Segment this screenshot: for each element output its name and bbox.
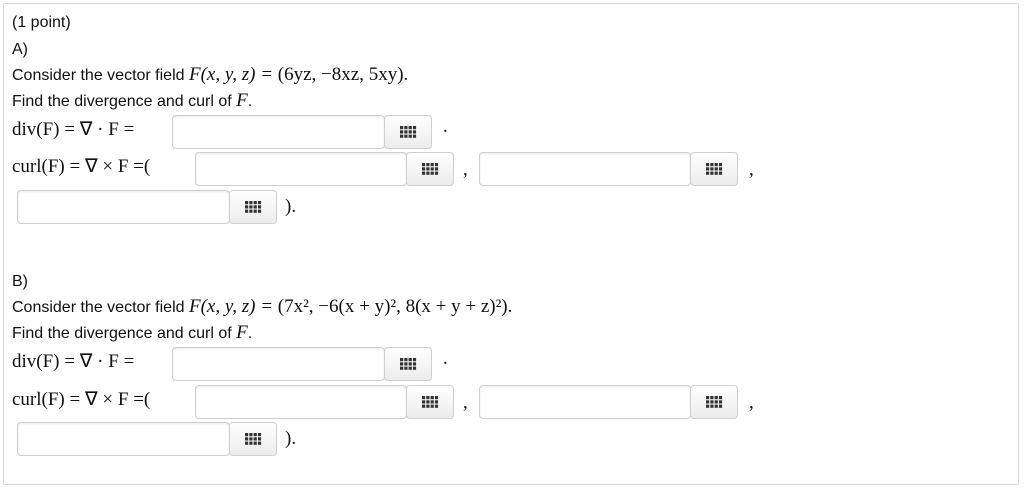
part-b-curl-y-editor-button[interactable] [690,385,738,419]
grid-icon [245,201,262,213]
part-b-close: ). [285,428,297,449]
part-b-curl-z-editor-button[interactable] [229,422,277,456]
part-b-find: Find the divergence and curl of F. [12,322,252,344]
part-a-find-end: . [247,93,253,110]
part-b-curl-x-input[interactable] [195,385,407,419]
part-b-find-text: Find the divergence and curl of [12,325,237,342]
part-b-field-rhs: (7x², −6(x + y)², 8(x + y + z)²). [277,296,513,317]
part-a-curl-z-input[interactable] [17,190,230,224]
part-a-sep1: , [463,159,468,180]
part-a-div-editor-button[interactable] [384,115,432,149]
part-b-find-end: . [247,325,253,342]
part-b-div-period: . [443,348,448,369]
part-a-find-text: Find the divergence and curl of [12,93,237,110]
part-b-intro: Consider the vector field [12,299,185,316]
part-a-find: Find the divergence and curl of F. [12,90,252,112]
grid-icon [400,358,417,370]
part-a-div-period: . [443,116,448,137]
part-b-label: B) [12,273,28,290]
part-a-curl-x-input[interactable] [195,152,407,186]
grid-icon [706,396,723,408]
part-a-close: ). [285,196,297,217]
part-b-div-editor-button[interactable] [384,347,432,381]
part-a-curl-y-input[interactable] [479,152,691,186]
part-a-curl-label: curl(F) = ∇ × F =( [12,156,151,177]
part-b-field-lhs: F(x, y, z) = [188,296,278,317]
part-a-field-lhs: F(x, y, z) = [188,64,278,85]
part-a-div-label: div(F) = ∇ · F = [12,119,135,140]
part-a-curl-x-editor-button[interactable] [406,152,454,186]
part-a-intro: Consider the vector field [12,67,185,84]
part-b-find-f: F [236,322,248,343]
part-a-find-f: F [236,90,248,111]
part-a-curl-z-editor-button[interactable] [229,190,277,224]
part-a-statement: Consider the vector field F(x, y, z) = (… [12,64,408,86]
part-b-sep1: , [463,392,468,413]
part-b-div-input[interactable] [172,347,385,381]
grid-icon [400,126,417,138]
part-b-curl-label: curl(F) = ∇ × F =( [12,389,151,410]
part-a-sep2: , [749,159,754,180]
part-b-div-label: div(F) = ∇ · F = [12,351,135,372]
part-a-label: A) [12,41,28,58]
part-b-curl-z-input[interactable] [17,422,230,456]
part-a-div-input[interactable] [172,115,385,149]
part-a-field-rhs: (6yz, −8xz, 5xy). [277,64,409,85]
grid-icon [422,163,439,175]
part-a-curl-y-editor-button[interactable] [690,152,738,186]
part-b-curl-y-input[interactable] [479,385,691,419]
grid-icon [245,433,262,445]
part-b-curl-x-editor-button[interactable] [406,385,454,419]
points-label: (1 point) [12,14,71,31]
part-b-statement: Consider the vector field F(x, y, z) = (… [12,296,512,318]
grid-icon [422,396,439,408]
grid-icon [706,163,723,175]
part-b-sep2: , [749,392,754,413]
